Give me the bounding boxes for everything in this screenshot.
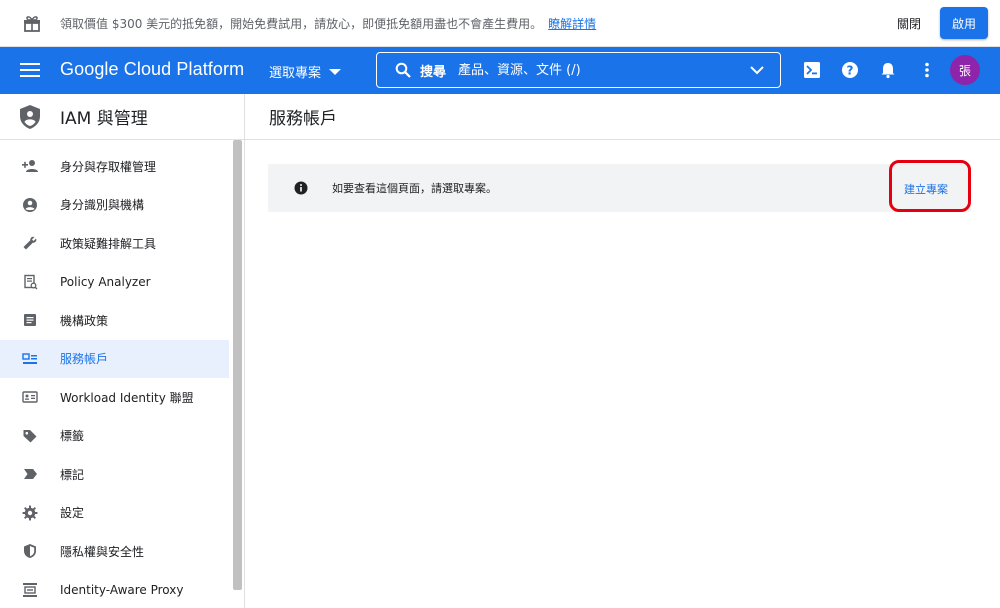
learn-more-link[interactable]: 瞭解詳情 — [548, 15, 596, 32]
sidebar-item-privacy-security[interactable]: 隱私權與安全性 — [0, 532, 229, 571]
chevron-down-icon — [329, 68, 342, 75]
sidebar-item-policy-analyzer[interactable]: Policy Analyzer — [0, 263, 229, 302]
sidebar-item-service-accounts[interactable]: 服務帳戶 — [0, 339, 229, 378]
sidebar-item-label: 隱私權與安全性 — [60, 544, 145, 559]
proxy-icon — [23, 582, 37, 597]
avatar[interactable]: 張 — [950, 55, 980, 85]
page-header: 服務帳戶 — [245, 94, 1000, 140]
search-input[interactable] — [458, 62, 729, 78]
more-vert-icon[interactable] — [918, 61, 936, 79]
chevron-down-icon[interactable] — [750, 64, 764, 76]
search-icon — [395, 62, 411, 78]
sidebar-item-settings[interactable]: 設定 — [0, 494, 229, 533]
shield-icon — [20, 104, 40, 129]
sidebar-item-label: 標記 — [60, 467, 85, 482]
sidebar-item-label: 標籤 — [60, 429, 85, 444]
dismiss-button[interactable]: 關閉 — [897, 15, 921, 32]
service-account-icon — [22, 353, 37, 364]
wrench-icon — [23, 236, 37, 250]
person-add-icon — [22, 160, 38, 173]
label-icon — [24, 469, 37, 480]
cloud-shell-icon[interactable] — [803, 61, 821, 79]
sidebar-scrollbar[interactable] — [233, 140, 242, 590]
sidebar-item-iap[interactable]: Identity-Aware Proxy — [0, 571, 229, 608]
notifications-icon[interactable] — [879, 61, 897, 79]
search-label: 搜尋 — [420, 64, 447, 80]
sidebar-item-workload-identity[interactable]: Workload Identity 聯盟 — [0, 378, 229, 417]
sidebar-item-tags[interactable]: 標籤 — [0, 417, 229, 456]
create-project-button[interactable]: 建立專案 — [904, 181, 948, 197]
select-project-notice: 如要查看這個頁面，請選取專案。 建立專案 — [268, 164, 971, 212]
account-circle-icon — [23, 197, 37, 212]
sidebar-item-org-policies[interactable]: 機構政策 — [0, 301, 229, 340]
sidebar-item-label: Identity-Aware Proxy — [60, 582, 184, 597]
sidebar-item-label: 政策疑難排解工具 — [60, 236, 157, 251]
notice-message: 如要查看這個頁面，請選取專案。 — [332, 182, 497, 195]
sidebar: IAM 與管理 身分與存取權管理 身分識別與機構 政策疑難排解工具 Policy… — [0, 94, 245, 608]
gear-icon — [22, 505, 38, 521]
sidebar-item-label: 機構政策 — [60, 313, 109, 328]
app-bar: Google Cloud Platform 選取專案 搜尋 ? 張 — [0, 47, 1000, 94]
sidebar-item-labels[interactable]: 標記 — [0, 455, 229, 494]
page-title: 服務帳戶 — [269, 109, 337, 129]
sidebar-header: IAM 與管理 — [0, 94, 244, 140]
activate-button[interactable]: 啟用 — [940, 7, 988, 39]
policy-analyzer-icon — [24, 274, 38, 290]
sidebar-item-label: Policy Analyzer — [60, 274, 151, 289]
sidebar-item-label: Workload Identity 聯盟 — [60, 390, 194, 405]
search-bar[interactable]: 搜尋 — [376, 52, 781, 88]
project-selector-label: 選取專案 — [269, 66, 322, 81]
app-brand[interactable]: Google Cloud Platform — [60, 59, 244, 80]
promo-text: 領取價值 $300 美元的抵免額，開始免費試用，請放心，即便抵免額用盡也不會產生… — [60, 16, 543, 31]
sidebar-item-iam[interactable]: 身分與存取權管理 — [0, 147, 229, 186]
svg-text:?: ? — [847, 64, 854, 78]
sidebar-nav: 身分與存取權管理 身分識別與機構 政策疑難排解工具 Policy Analyze… — [0, 147, 229, 608]
list-icon — [24, 314, 36, 327]
sidebar-item-label: 身分與存取權管理 — [60, 159, 157, 174]
menu-icon[interactable] — [20, 61, 40, 79]
gift-icon — [24, 16, 40, 32]
project-selector[interactable]: 選取專案 — [269, 62, 342, 81]
sidebar-item-label: 設定 — [60, 506, 85, 521]
info-icon — [294, 181, 308, 195]
shield-icon — [24, 544, 36, 559]
sidebar-item-policy-troubleshooter[interactable]: 政策疑難排解工具 — [0, 224, 229, 263]
sidebar-item-label: 服務帳戶 — [60, 352, 109, 367]
main-content: 服務帳戶 如要查看這個頁面，請選取專案。 建立專案 — [245, 94, 1000, 608]
promo-banner: 領取價值 $300 美元的抵免額，開始免費試用，請放心，即便抵免額用盡也不會產生… — [0, 0, 1000, 47]
tag-icon — [23, 429, 37, 443]
sidebar-item-identity-org[interactable]: 身分識別與機構 — [0, 186, 229, 225]
id-card-icon — [22, 391, 38, 403]
help-icon[interactable]: ? — [841, 61, 859, 79]
sidebar-item-label: 身分識別與機構 — [60, 198, 145, 213]
sidebar-title: IAM 與管理 — [60, 109, 148, 129]
